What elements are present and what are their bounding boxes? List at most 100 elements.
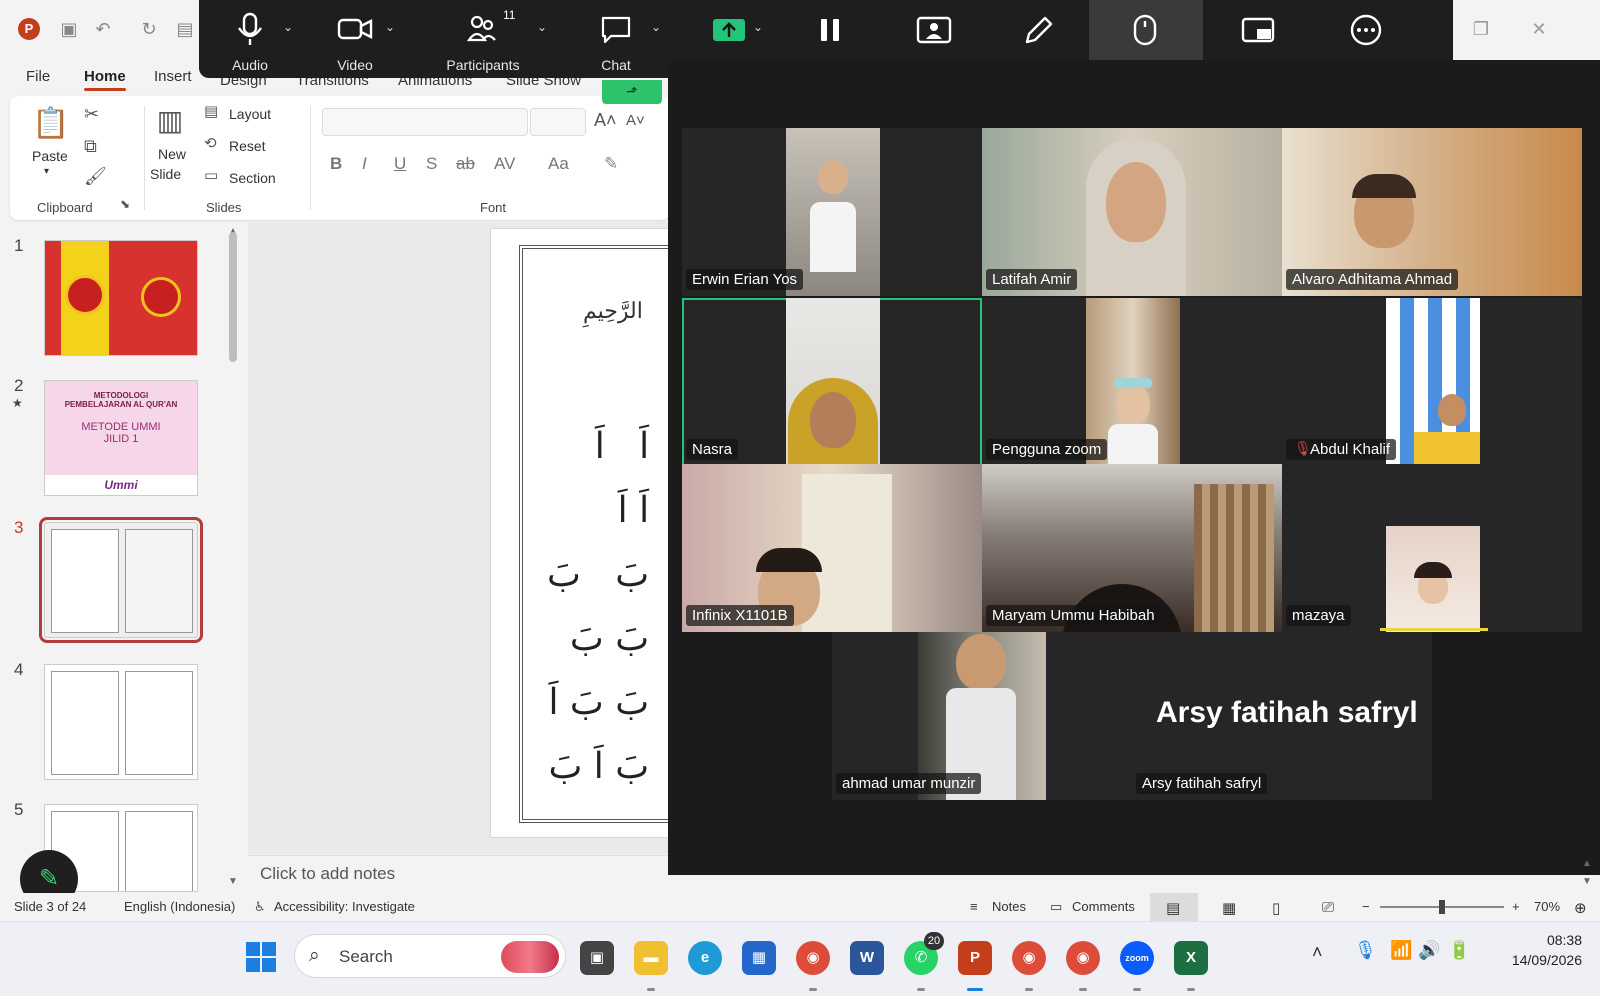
- chat-button[interactable]: Chat: [579, 0, 653, 78]
- tab-file[interactable]: File: [26, 68, 50, 85]
- zoom-level[interactable]: 70%: [1534, 899, 1560, 914]
- chrome-profile-icon[interactable]: ◉: [1012, 941, 1046, 975]
- close-icon[interactable]: ✕: [1524, 16, 1554, 42]
- slide-sorter-icon[interactable]: ▦: [1222, 899, 1236, 917]
- char-spacing-button[interactable]: AV: [494, 154, 515, 174]
- audio-button[interactable]: Audio: [213, 0, 287, 78]
- italic-button[interactable]: I: [362, 154, 367, 174]
- paste-dropdown-icon[interactable]: ▾: [44, 166, 49, 177]
- notes-placeholder[interactable]: Click to add notes: [260, 864, 395, 884]
- zoom-slider-thumb[interactable]: [1439, 900, 1445, 914]
- cut-icon[interactable]: ✂: [84, 104, 99, 125]
- redo-icon[interactable]: ↻: [138, 18, 160, 40]
- participant-tile[interactable]: Pengguna zoom: [982, 298, 1282, 466]
- paste-icon[interactable]: 📋: [32, 106, 69, 144]
- format-painter-icon[interactable]: 🖌: [84, 166, 107, 187]
- chat-options-chevron-icon[interactable]: ⌄: [651, 20, 661, 34]
- chevron-up-icon[interactable]: ˄: [1312, 942, 1323, 963]
- zoom-out-button[interactable]: −: [1362, 899, 1370, 914]
- scroll-up-icon[interactable]: ▲: [1582, 858, 1592, 869]
- clock-date[interactable]: 14/09/2026: [1500, 952, 1582, 968]
- reading-view-icon[interactable]: ▯: [1272, 899, 1280, 917]
- dialog-launcher-icon[interactable]: ⬊: [120, 197, 130, 211]
- notes-toggle[interactable]: Notes: [992, 899, 1026, 914]
- font-name-select[interactable]: [322, 108, 528, 136]
- underline-button[interactable]: U: [394, 154, 406, 174]
- new-slide-label-2[interactable]: Slide: [150, 166, 181, 182]
- layout-icon[interactable]: ▤: [204, 102, 218, 120]
- sharing-indicator-icon[interactable]: ⬏: [602, 80, 662, 104]
- file-explorer-icon[interactable]: ▬: [634, 941, 668, 975]
- participant-tile[interactable]: mazaya: [1282, 464, 1582, 632]
- participant-tile-active-speaker[interactable]: Nasra: [682, 298, 982, 466]
- windows-start-icon[interactable]: [246, 942, 276, 972]
- participant-tile[interactable]: Infinix X1101B: [682, 464, 982, 632]
- video-button[interactable]: Video: [315, 0, 395, 78]
- font-size-select[interactable]: [530, 108, 586, 136]
- participant-tile[interactable]: Arsy fatihah safryl Arsy fatihah safryl: [1132, 632, 1432, 800]
- zoom-in-button[interactable]: +: [1512, 899, 1520, 914]
- edge-icon[interactable]: e: [688, 941, 722, 975]
- battery-icon[interactable]: 🔋: [1448, 940, 1470, 961]
- highlight-icon[interactable]: ✎: [604, 154, 618, 174]
- present-icon[interactable]: ▤: [174, 18, 196, 40]
- tab-home[interactable]: Home: [84, 68, 126, 91]
- slideshow-icon[interactable]: ⎚: [1322, 899, 1334, 916]
- bold-button[interactable]: B: [330, 154, 342, 174]
- slide-thumbnail-4[interactable]: [44, 664, 198, 780]
- zoom-slider[interactable]: [1380, 900, 1504, 914]
- current-slide[interactable]: الرَّحِيمِ اَ اَ اَ اَ بَ بَ بَ بَ بَ بَ…: [490, 228, 679, 838]
- excel-icon[interactable]: X: [1174, 941, 1208, 975]
- slide-thumbnail-2[interactable]: METODOLOGI PEMBELAJARAN AL QUR'AN METODE…: [44, 380, 198, 496]
- save-icon[interactable]: ▣: [58, 18, 80, 40]
- fit-slide-icon[interactable]: ⊕: [1574, 899, 1587, 917]
- volume-icon[interactable]: 🔊: [1418, 940, 1440, 961]
- taskbar-search-box[interactable]: ⌕ Search: [294, 934, 566, 978]
- language-indicator[interactable]: English (Indonesia): [124, 899, 235, 914]
- tab-insert[interactable]: Insert: [154, 68, 192, 85]
- new-slide-label-1[interactable]: New: [158, 146, 186, 162]
- clock-time[interactable]: 08:38: [1512, 932, 1582, 948]
- wifi-icon[interactable]: 📶: [1390, 940, 1412, 961]
- scroll-down-icon[interactable]: ▼: [1582, 876, 1592, 887]
- slide-thumbnail-3[interactable]: [39, 517, 203, 643]
- strikethrough-button[interactable]: ab: [456, 154, 475, 174]
- paste-button[interactable]: Paste: [32, 148, 68, 164]
- reset-button[interactable]: Reset: [229, 138, 266, 154]
- slide-thumbnail-1[interactable]: [44, 240, 198, 356]
- participant-tile[interactable]: Abdul Khalif 🎙: [1282, 298, 1582, 466]
- undo-icon[interactable]: ↶: [92, 18, 114, 40]
- task-view-icon[interactable]: ▣: [580, 941, 614, 975]
- share-options-chevron-icon[interactable]: ⌄: [753, 20, 763, 34]
- decrease-font-icon[interactable]: A˅: [626, 112, 645, 129]
- section-button[interactable]: Section: [229, 170, 276, 186]
- participants-button[interactable]: 11 Participants: [431, 0, 535, 78]
- participant-tile[interactable]: Maryam Ummu Habibah: [982, 464, 1282, 632]
- copy-icon[interactable]: ⧉: [84, 136, 97, 157]
- thumbnail-scrollbar[interactable]: [229, 232, 237, 362]
- participant-tile[interactable]: Erwin Erian Yos: [682, 128, 982, 296]
- participant-tile[interactable]: Latifah Amir: [982, 128, 1282, 296]
- notes-pane[interactable]: Click to add notes: [248, 855, 668, 893]
- participant-tile[interactable]: Alvaro Adhitama Ahmad: [1282, 128, 1582, 296]
- video-options-chevron-icon[interactable]: ⌄: [385, 20, 395, 34]
- powerpoint-icon[interactable]: P: [958, 941, 992, 975]
- participant-tile[interactable]: ahmad umar munzir: [832, 632, 1132, 800]
- microphone-icon[interactable]: 🎙: [1354, 940, 1377, 961]
- restore-icon[interactable]: ❐: [1466, 16, 1496, 42]
- chrome-icon[interactable]: ◉: [796, 941, 830, 975]
- section-icon[interactable]: ▭: [204, 166, 218, 184]
- word-icon[interactable]: W: [850, 941, 884, 975]
- reset-icon[interactable]: ⟲: [204, 134, 217, 152]
- audio-options-chevron-icon[interactable]: ⌄: [283, 20, 293, 34]
- participants-options-chevron-icon[interactable]: ⌄: [537, 20, 547, 34]
- chrome-icon[interactable]: ◉: [1066, 941, 1100, 975]
- comments-toggle[interactable]: Comments: [1072, 899, 1135, 914]
- change-case-button[interactable]: Aa: [548, 154, 569, 174]
- increase-font-icon[interactable]: A˄: [594, 110, 617, 131]
- new-slide-icon[interactable]: ▥: [152, 104, 188, 140]
- zoom-app-icon[interactable]: zoom: [1120, 941, 1154, 975]
- accessibility-status[interactable]: Accessibility: Investigate: [274, 899, 415, 914]
- layout-button[interactable]: Layout: [229, 106, 271, 122]
- scroll-down-icon[interactable]: ▼: [228, 876, 238, 887]
